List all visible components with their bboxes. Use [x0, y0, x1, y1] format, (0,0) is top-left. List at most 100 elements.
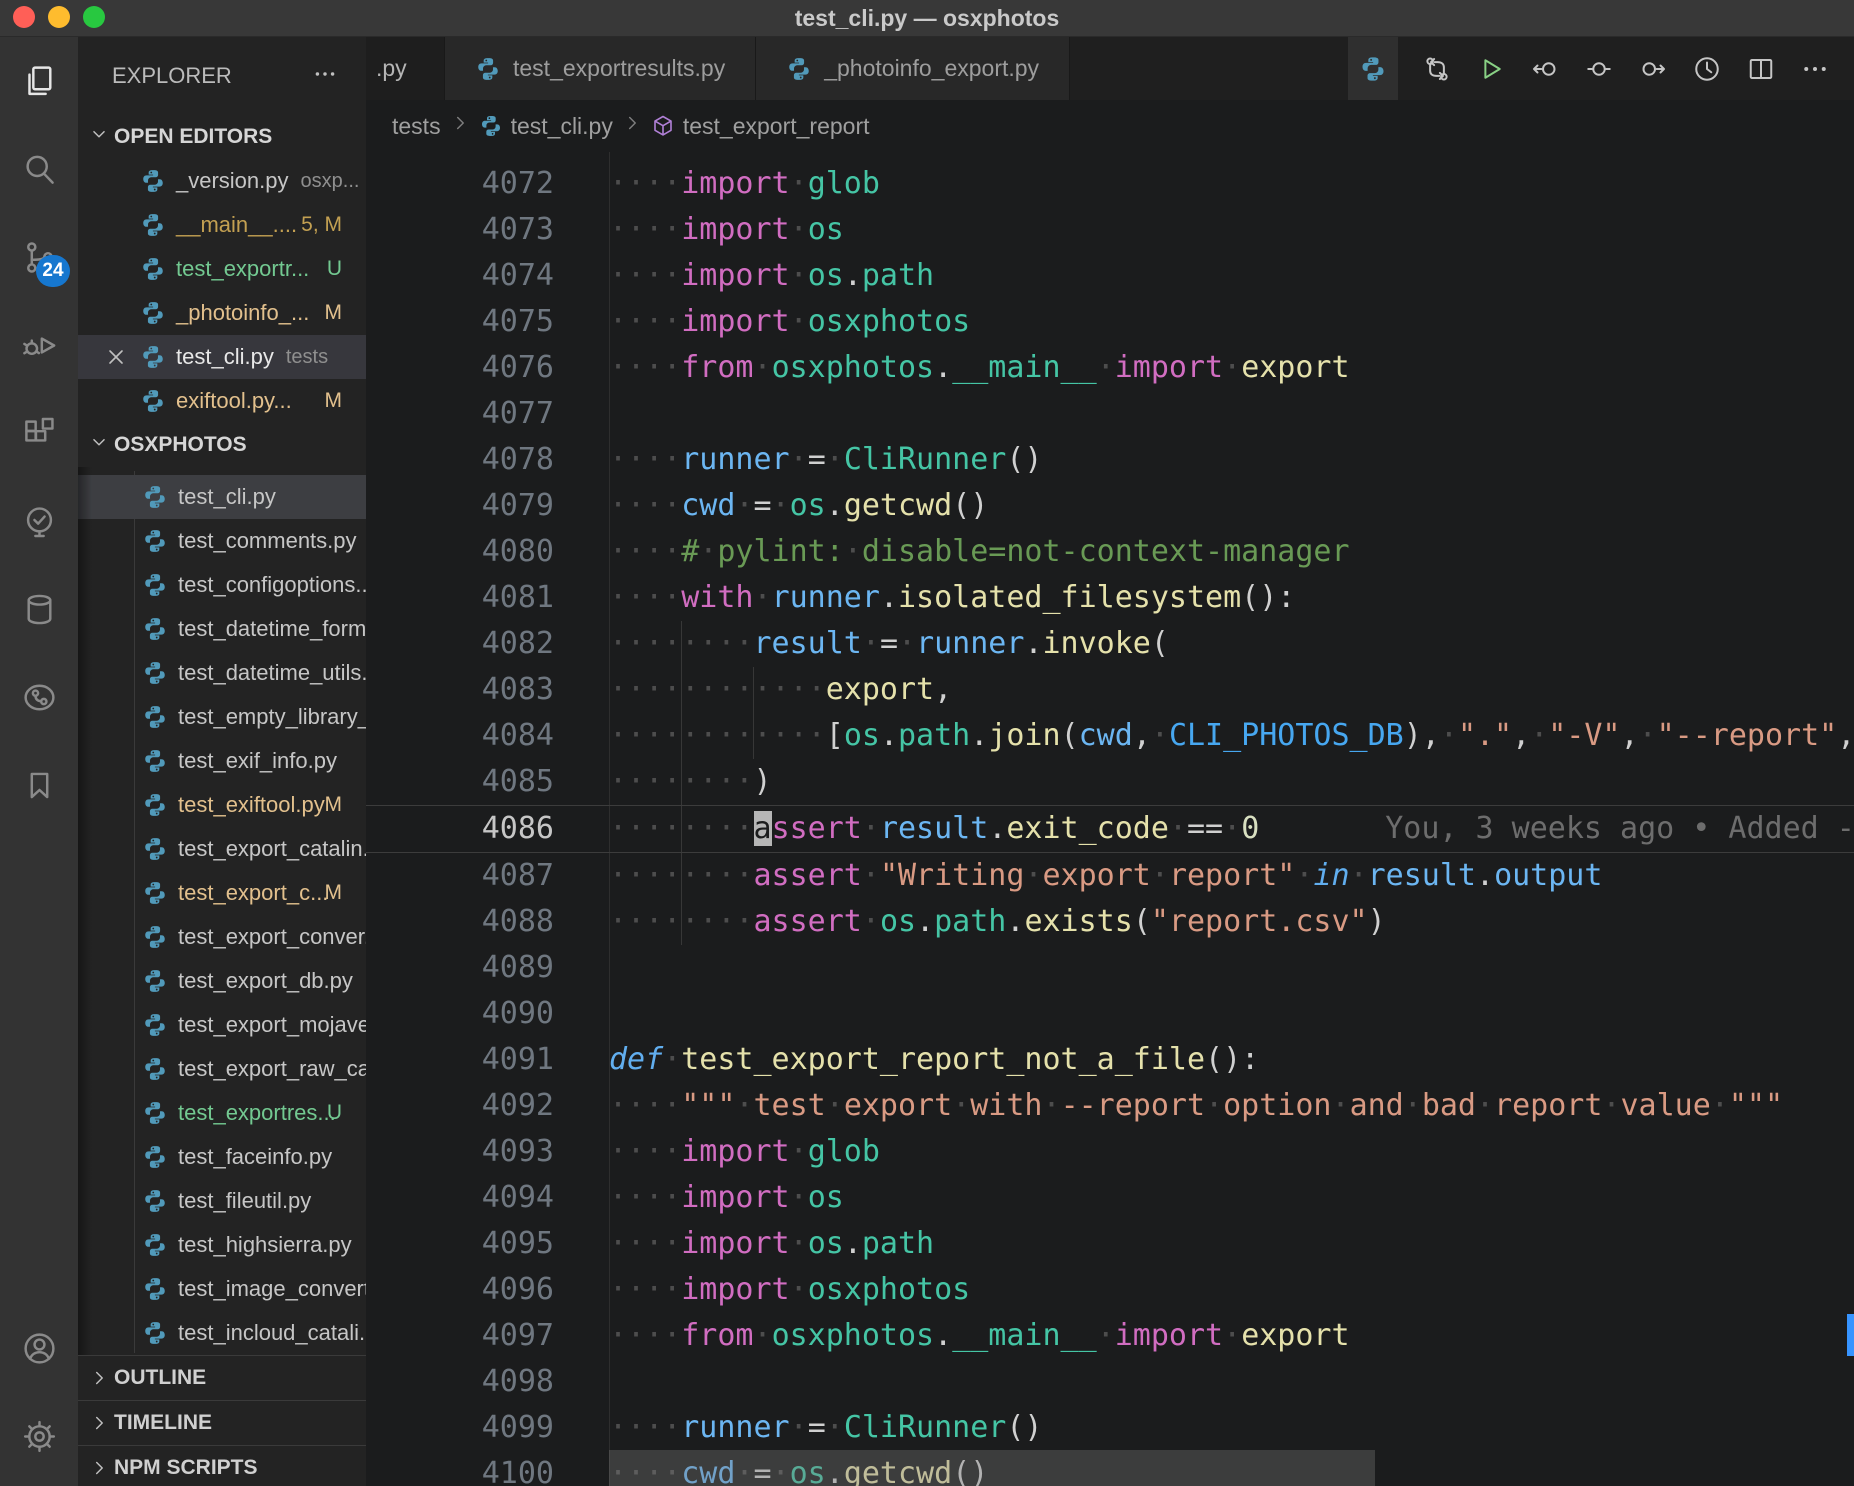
- tree-item[interactable]: test_datetime_utils....: [78, 651, 366, 695]
- activity-bar-item-account[interactable]: [0, 1304, 78, 1392]
- code-line-4084[interactable]: 4084············[os.path.join(cwd,·CLI_P…: [366, 713, 1854, 759]
- activity-bar-item-extensions[interactable]: [0, 389, 78, 477]
- project-section-header[interactable]: OSXPHOTOS: [78, 423, 366, 467]
- code-line-4073[interactable]: 4073····import·os: [366, 207, 1854, 253]
- open-editor-item[interactable]: test_cli.pytests: [78, 335, 366, 379]
- line-content: ····runner·=·CliRunner(): [609, 1405, 1854, 1451]
- open-editor-item[interactable]: __main__....5, M: [78, 203, 366, 247]
- tree-item[interactable]: test_incloud_catali...: [78, 1311, 366, 1355]
- tree-item[interactable]: test_exiftool.pyM: [78, 783, 366, 827]
- history-button[interactable]: [1680, 37, 1734, 100]
- open-editors-section-header[interactable]: OPEN EDITORS: [78, 115, 366, 159]
- sidebar-section-timeline[interactable]: TIMELINE: [78, 1400, 366, 1445]
- tree-item[interactable]: test_faceinfo.py: [78, 1135, 366, 1179]
- code-line-4081[interactable]: 4081····with·runner.isolated_filesystem(…: [366, 575, 1854, 621]
- activity-bar-item-search[interactable]: [0, 125, 78, 213]
- code-line-4086[interactable]: 4086········assert·result.exit_code·==·0…: [366, 805, 1854, 853]
- split-editor-button[interactable]: [1734, 37, 1788, 100]
- activity-bar-item-git-graph[interactable]: [0, 653, 78, 741]
- code-line-4075[interactable]: 4075····import·osxphotos: [366, 299, 1854, 345]
- step-over-button[interactable]: [1626, 37, 1680, 100]
- tree-item[interactable]: test_export_catalin...: [78, 827, 366, 871]
- code-line-4091[interactable]: 4091def·test_export_report_not_a_file():: [366, 1037, 1854, 1083]
- code-line-4077[interactable]: 4077: [366, 391, 1854, 437]
- sidebar-section-outline[interactable]: OUTLINE: [78, 1355, 366, 1400]
- horizontal-scrollbar[interactable]: [609, 1450, 1375, 1486]
- tab-_photoinfo_export.py[interactable]: _photoinfo_export.py: [756, 37, 1070, 100]
- tree-item[interactable]: test_export_conver...: [78, 915, 366, 959]
- line-content: ····with·runner.isolated_filesystem():: [609, 575, 1854, 621]
- line-content: ····import·glob: [609, 1129, 1854, 1175]
- activity-bar-item-bookmarks[interactable]: [0, 741, 78, 829]
- code-line-4095[interactable]: 4095····import·os.path: [366, 1221, 1854, 1267]
- code-line-4076[interactable]: 4076····from·osxphotos.__main__·import·e…: [366, 345, 1854, 391]
- python-icon: [142, 704, 168, 730]
- tree-item[interactable]: test_empty_library_...: [78, 695, 366, 739]
- code-line-4072[interactable]: 4072····import·glob: [366, 161, 1854, 207]
- close-icon[interactable]: [104, 345, 128, 369]
- code-line-4083[interactable]: 4083············export,: [366, 667, 1854, 713]
- open-editor-item[interactable]: _photoinfo_...M: [78, 291, 366, 335]
- reverse-continue-button[interactable]: [1518, 37, 1572, 100]
- compare-changes-button[interactable]: [1410, 37, 1464, 100]
- continue-button[interactable]: [1572, 37, 1626, 100]
- code-line-4079[interactable]: 4079····cwd·=·os.getcwd(): [366, 483, 1854, 529]
- activity-bar-item-database[interactable]: [0, 565, 78, 653]
- tree-item[interactable]: test_exif_info.py: [78, 739, 366, 783]
- sidebar-section-npm-scripts[interactable]: NPM SCRIPTS: [78, 1445, 366, 1486]
- tab-test_exportresults.py[interactable]: test_exportresults.py: [445, 37, 756, 100]
- line-content: ········assert·"Writing·export·report"·i…: [609, 853, 1854, 899]
- code-line-4088[interactable]: 4088········assert·os.path.exists("repor…: [366, 899, 1854, 945]
- code-line-4080[interactable]: 4080····#·pylint:·disable=not-context-ma…: [366, 529, 1854, 575]
- tree-item[interactable]: test_exportres...U: [78, 1091, 366, 1135]
- python-interpreter-button[interactable]: [1348, 37, 1398, 100]
- code-line-4094[interactable]: 4094····import·os: [366, 1175, 1854, 1221]
- code-line-4099[interactable]: 4099····runner·=·CliRunner(): [366, 1405, 1854, 1451]
- tab-partial[interactable]: .py: [366, 37, 445, 100]
- activity-bar-item-run-debug[interactable]: [0, 301, 78, 389]
- code-line-4082[interactable]: 4082········result·=·runner.invoke(: [366, 621, 1854, 667]
- tree-item[interactable]: test_export_mojave...: [78, 1003, 366, 1047]
- run-debug-icon: [21, 327, 58, 364]
- open-editor-item[interactable]: test_exportr...U: [78, 247, 366, 291]
- tree-item[interactable]: test_highsierra.py: [78, 1223, 366, 1267]
- code-line-4096[interactable]: 4096····import·osxphotos: [366, 1267, 1854, 1313]
- code-line-4090[interactable]: 4090: [366, 991, 1854, 1037]
- line-content: ········result·=·runner.invoke(: [609, 621, 1854, 667]
- code-line-4087[interactable]: 4087········assert·"Writing·export·repor…: [366, 853, 1854, 899]
- tree-item[interactable]: test_export_raw_ca...: [78, 1047, 366, 1091]
- tree-item[interactable]: test_configoptions....: [78, 563, 366, 607]
- tree-item[interactable]: test_export_c...M: [78, 871, 366, 915]
- code-line-4078[interactable]: 4078····runner·=·CliRunner(): [366, 437, 1854, 483]
- activity-bar-item-settings-gear[interactable]: [0, 1392, 78, 1480]
- open-editor-item[interactable]: _version.pyosxp...: [78, 159, 366, 203]
- code-editor[interactable]: 4072····import·glob4073····import·os4074…: [366, 152, 1854, 1486]
- breadcrumb-item-test_cli.py[interactable]: test_cli.py: [479, 113, 613, 140]
- line-content: [609, 1359, 1854, 1405]
- code-line-4092[interactable]: 4092····"""·test·export·with·--report·op…: [366, 1083, 1854, 1129]
- more-actions-button[interactable]: [1788, 37, 1842, 100]
- explorer-more-actions-icon[interactable]: [312, 61, 338, 93]
- activity-bar-item-source-control[interactable]: 24: [0, 213, 78, 301]
- tree-item[interactable]: test_comments.py: [78, 519, 366, 563]
- code-line-4097[interactable]: 4097····from·osxphotos.__main__·import·e…: [366, 1313, 1854, 1359]
- code-line-4098[interactable]: 4098: [366, 1359, 1854, 1405]
- file-name: exiftool.py...: [176, 388, 292, 414]
- breadcrumb-item-tests[interactable]: tests: [392, 113, 441, 140]
- code-line-4074[interactable]: 4074····import·os.path: [366, 253, 1854, 299]
- activity-bar-item-files[interactable]: [0, 37, 78, 125]
- code-line-4085[interactable]: 4085········): [366, 759, 1854, 805]
- code-line-4089[interactable]: 4089: [366, 945, 1854, 991]
- tree-item[interactable]: test_datetime_form...: [78, 607, 366, 651]
- code-line-4093[interactable]: 4093····import·glob: [366, 1129, 1854, 1175]
- activity-bar-item-test-explorer[interactable]: [0, 477, 78, 565]
- tree-item[interactable]: test_fileutil.py: [78, 1179, 366, 1223]
- tree-item[interactable]: test_export_db.py: [78, 959, 366, 1003]
- breadcrumb-item-test_export_report[interactable]: test_export_report: [651, 113, 870, 140]
- tree-item[interactable]: test_image_convert...: [78, 1267, 366, 1311]
- open-editor-item[interactable]: exiftool.py...M: [78, 379, 366, 423]
- indent-guide: [753, 713, 754, 759]
- line-content: ····import·osxphotos: [609, 299, 1854, 345]
- run-button[interactable]: [1464, 37, 1518, 100]
- tree-item[interactable]: test_cli.py: [78, 475, 366, 519]
